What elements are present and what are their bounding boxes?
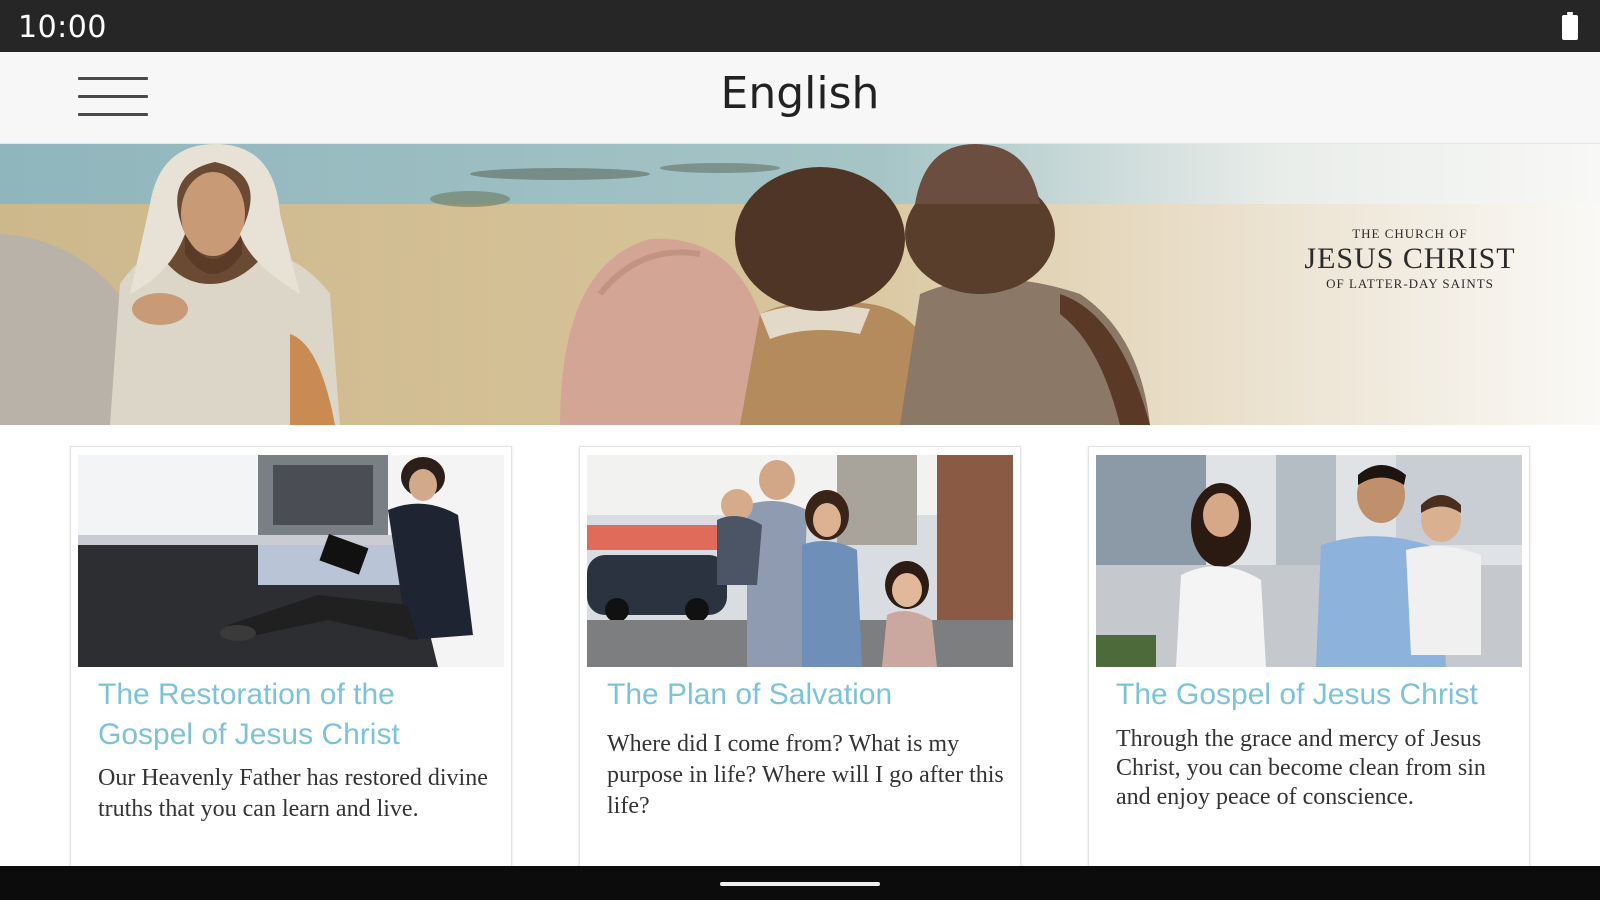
- home-gesture-handle[interactable]: [720, 882, 880, 886]
- app-bar: English: [0, 52, 1600, 144]
- card-title[interactable]: The Gospel of Jesus Christ: [1116, 675, 1516, 715]
- system-navigation-bar: [0, 866, 1600, 900]
- card-gospel-of-jesus-christ[interactable]: The Gospel of Jesus Christ Through the g…: [1088, 446, 1530, 870]
- card-description: Our Heavenly Father has restored divine …: [98, 765, 488, 822]
- language-title[interactable]: English: [0, 68, 1600, 119]
- card-description: Where did I come from? What is my purpos…: [607, 731, 1004, 819]
- card-description: Through the grace and mercy of Jesus Chr…: [1116, 726, 1486, 810]
- logo-main-line: JESUS CHRIST: [1304, 242, 1516, 275]
- status-bar: 10:00: [0, 0, 1600, 52]
- card-image-couple-child: [1096, 455, 1522, 667]
- hero-banner: THE CHURCH OF JESUS CHRIST OF LATTER-DAY…: [0, 144, 1600, 425]
- card-image-woman-reading: [78, 455, 504, 667]
- card-title[interactable]: The Restoration of the Gospel of Jesus C…: [98, 675, 498, 755]
- card-restoration[interactable]: The Restoration of the Gospel of Jesus C…: [70, 446, 512, 870]
- logo-top-line: THE CHURCH OF: [1352, 226, 1468, 241]
- status-time: 10:00: [18, 10, 107, 45]
- logo-bottom-line: OF LATTER-DAY SAINTS: [1326, 276, 1494, 291]
- battery-full-icon: [1562, 12, 1578, 40]
- card-title[interactable]: The Plan of Salvation: [607, 675, 1007, 715]
- card-plan-of-salvation[interactable]: The Plan of Salvation Where did I come f…: [579, 446, 1021, 870]
- card-image-family-street: [587, 455, 1013, 667]
- church-logo: THE CHURCH OF JESUS CHRIST OF LATTER-DAY…: [1290, 226, 1530, 292]
